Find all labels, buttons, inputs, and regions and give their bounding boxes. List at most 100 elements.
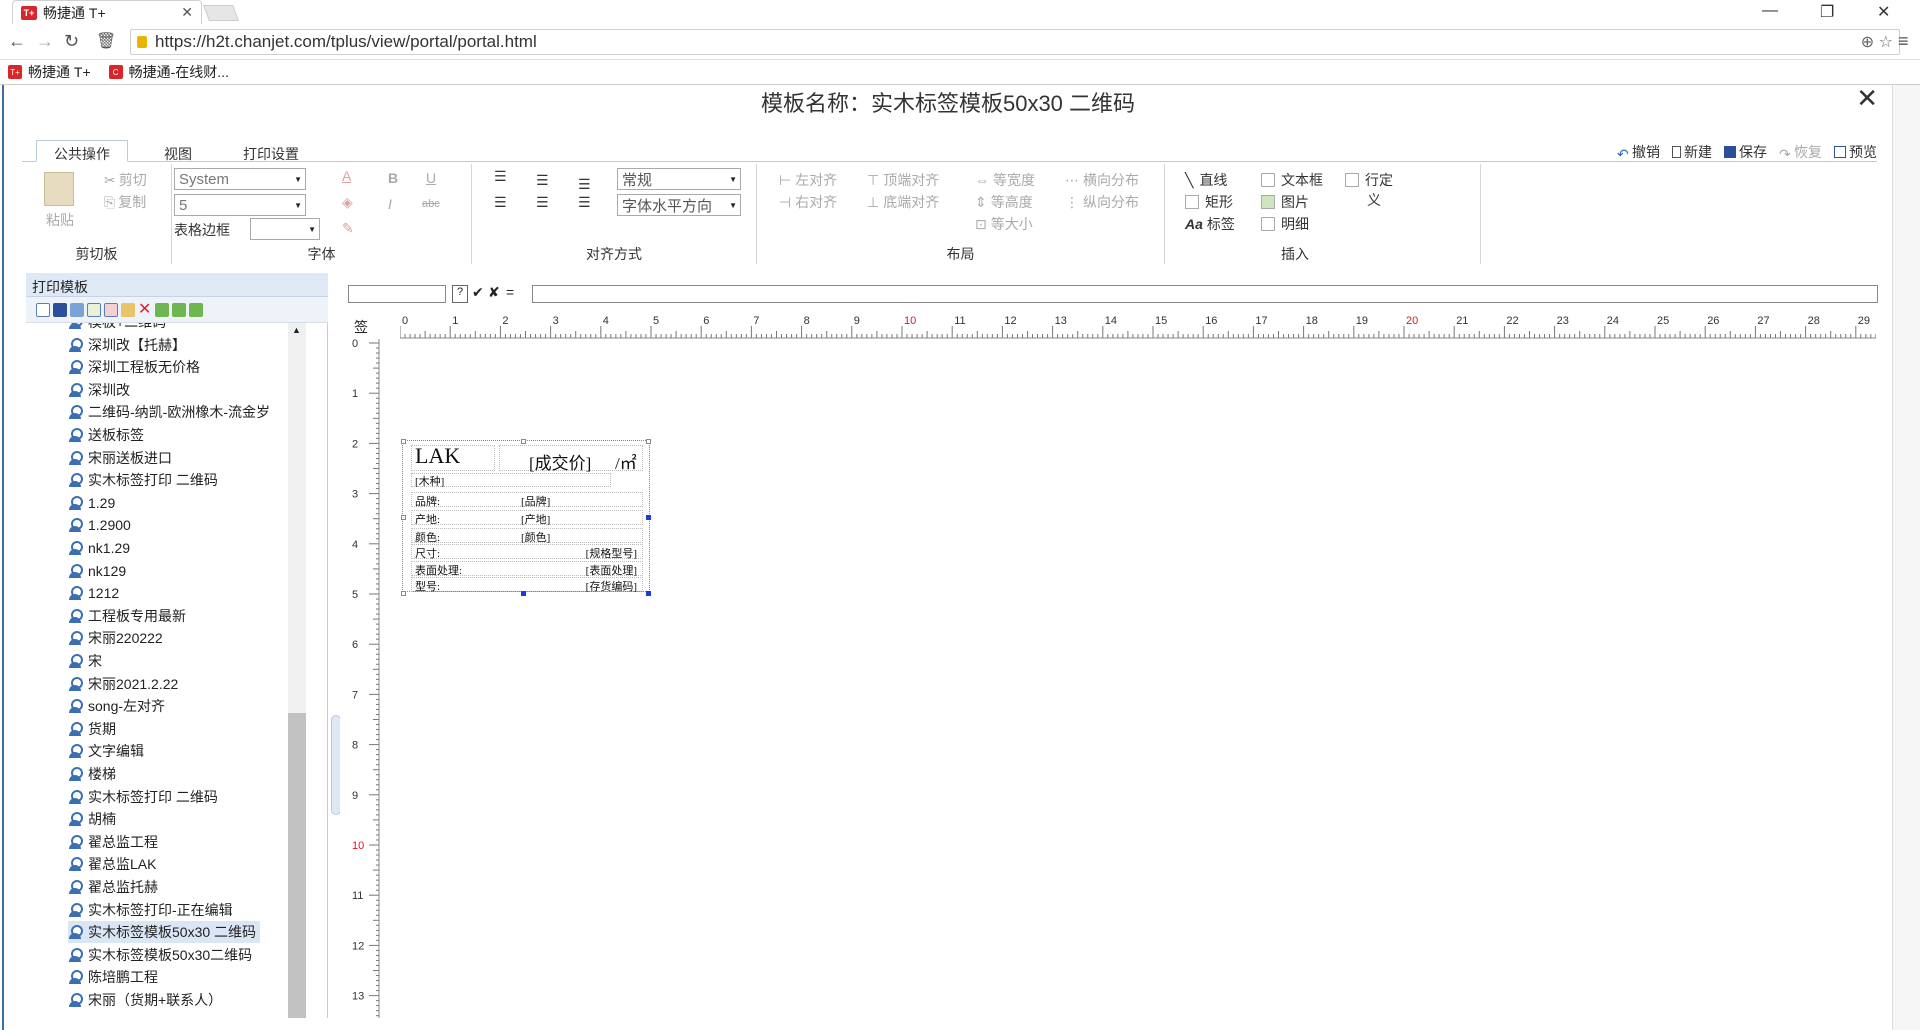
undo-button[interactable]: ↶ 撤销 <box>1617 142 1660 162</box>
align-bottom-icon[interactable]: ☰ <box>578 176 591 193</box>
paste-icon[interactable] <box>44 172 74 206</box>
list-item[interactable]: 翟总监工程 <box>68 831 158 853</box>
list-item[interactable]: 货期 <box>68 718 116 740</box>
underline-button[interactable]: U <box>426 170 436 186</box>
list-item[interactable]: 深圳改【托赫】 <box>68 334 186 356</box>
tab-common[interactable]: 公共操作 <box>36 140 128 162</box>
list-item[interactable]: 深圳工程板无价格 <box>68 356 200 378</box>
list-item[interactable]: 实木标签打印 二维码 <box>68 786 218 808</box>
list-item[interactable]: 宋丽2021.2.22 <box>68 673 178 695</box>
insert-rect-button[interactable]: 矩形 <box>1185 192 1233 212</box>
url-input[interactable]: https://h2t.chanjet.com/tplus/view/porta… <box>130 29 1900 55</box>
edit-template-icon[interactable] <box>121 302 135 317</box>
restore-icon[interactable]: ❐ <box>1820 2 1834 22</box>
window-close-icon[interactable]: ✕ <box>1877 2 1890 22</box>
align-middle-icon[interactable]: ☰ <box>536 172 549 189</box>
save-button[interactable]: 保存 <box>1724 142 1767 162</box>
list-item[interactable]: 楼梯 <box>68 763 116 785</box>
list-item[interactable]: 实木标签打印 二维码 <box>68 469 218 491</box>
list-item[interactable]: 1212 <box>68 582 119 604</box>
resize-handle[interactable] <box>401 439 406 444</box>
confirm-icon[interactable]: ✔ <box>472 284 484 301</box>
same-height-button[interactable]: ⇕ 等高度 <box>975 192 1033 212</box>
refresh-icon[interactable] <box>189 302 203 317</box>
align-style-select[interactable]: 常规 <box>617 168 741 190</box>
list-item[interactable]: 胡楠 <box>68 808 116 830</box>
list-item[interactable]: 二维码-纳凯-欧洲橡木-流金岁 <box>68 401 270 423</box>
list-item[interactable]: 宋丽送板进口 <box>68 447 172 469</box>
insert-image-button[interactable]: 图片 <box>1261 192 1309 212</box>
cancel-icon[interactable]: ✘ <box>488 284 500 301</box>
v-distribute-button[interactable]: ⋮ 纵向分布 <box>1065 192 1139 212</box>
list-item[interactable]: 翟总监托赫 <box>68 876 158 898</box>
text-direction-select[interactable]: 字体水平方向 <box>617 194 741 216</box>
forward-icon[interactable]: → <box>36 31 54 52</box>
resize-handle[interactable] <box>646 439 651 444</box>
resize-handle[interactable] <box>401 515 406 520</box>
bookmark-tplus[interactable]: T+ 畅捷通 T+ <box>8 62 91 82</box>
label-template-card[interactable]: LAK [成交价] /㎡ [木种] 品牌: [品牌] 产地: [产地] 颜色: [颜色] 尺… <box>402 440 650 593</box>
same-size-button[interactable]: ⊡ 等大小 <box>975 214 1033 234</box>
align-center-icon[interactable]: ☰ <box>536 194 549 211</box>
browser-tab[interactable]: T+ 畅捷通 T+ ✕ <box>12 0 202 24</box>
font-family-select[interactable]: System <box>174 168 306 190</box>
disable-icon[interactable] <box>104 302 118 317</box>
tab-view[interactable]: 视图 <box>164 144 192 164</box>
align-bottom-button[interactable]: ⊥ 底端对齐 <box>867 192 939 212</box>
trash-icon[interactable]: 🗑 <box>96 31 116 51</box>
restore-button[interactable]: ↷ 恢复 <box>1779 142 1822 162</box>
back-icon[interactable]: ← <box>8 31 26 52</box>
scrollbar-thumb[interactable] <box>288 713 306 1018</box>
list-item[interactable]: 宋 <box>68 650 102 672</box>
list-item[interactable]: 实木标签模板50x30二维码 <box>68 944 252 966</box>
list-item[interactable]: 送板标签 <box>68 424 144 446</box>
import-icon[interactable] <box>155 302 169 317</box>
resize-handle[interactable] <box>401 591 406 596</box>
export-icon[interactable] <box>172 302 186 317</box>
preview-button[interactable]: 预览 <box>1834 142 1877 162</box>
font-size-select[interactable]: 5 <box>174 194 306 216</box>
dialog-close-icon[interactable]: ✕ <box>1856 83 1878 114</box>
menu-icon[interactable]: ≡ <box>1898 31 1909 52</box>
bookmark-chanjet[interactable]: C 畅捷通-在线财... <box>108 62 229 82</box>
pen-color-icon[interactable]: ✎ <box>342 220 354 237</box>
scroll-up-icon[interactable]: ▲ <box>292 325 301 335</box>
insert-textbox-button[interactable]: 文本框 <box>1261 170 1323 190</box>
align-left-button[interactable]: ⊢ 左对齐 <box>779 170 837 190</box>
align-right-icon[interactable]: ☰ <box>578 194 591 211</box>
list-item[interactable]: 文字编辑 <box>68 740 144 762</box>
resize-handle[interactable] <box>521 439 526 444</box>
new-template-icon[interactable] <box>36 302 50 317</box>
list-item[interactable]: 工程板专用最新 <box>68 605 186 627</box>
design-canvas[interactable]: 签 0 1 2 3 4 5 6 7 8 9 10 11 12 13 14 15 16 17 18 19 20 21 22 23… <box>340 309 1876 1018</box>
new-tab-button[interactable] <box>203 5 239 21</box>
list-item[interactable]: song-左对齐 <box>68 695 165 717</box>
cut-button[interactable]: ✂ 剪切 <box>104 170 147 190</box>
h-distribute-button[interactable]: ⋯ 横向分布 <box>1065 170 1139 190</box>
list-item[interactable]: 深圳改 <box>68 379 130 401</box>
enable-icon[interactable] <box>87 302 101 317</box>
list-item[interactable]: 翟总监LAK <box>68 853 156 875</box>
font-color-icon[interactable]: A <box>342 168 351 184</box>
list-item[interactable]: 陈培鹏工程 <box>68 966 158 988</box>
new-button[interactable]: 新建 <box>1672 142 1712 162</box>
tab-print-settings[interactable]: 打印设置 <box>243 144 299 164</box>
resize-handle-active[interactable] <box>521 591 526 596</box>
insert-custom-button[interactable]: 行定 <box>1345 170 1393 190</box>
table-border-select[interactable] <box>250 218 320 240</box>
fill-color-icon[interactable]: ◈ <box>342 194 353 211</box>
bold-button[interactable]: B <box>388 170 398 186</box>
align-right-button[interactable]: ⊣ 右对齐 <box>779 192 837 212</box>
list-item[interactable]: 宋丽（货期+联系人） <box>68 989 222 1011</box>
paste-label[interactable]: 粘贴 <box>46 210 74 230</box>
delete-icon[interactable]: ✕ <box>138 301 152 317</box>
align-top-button[interactable]: ⊤ 顶端对齐 <box>867 170 939 190</box>
resize-handle-active[interactable] <box>646 591 651 596</box>
strike-button[interactable]: abc <box>422 198 440 210</box>
align-top-icon[interactable]: ☰ <box>494 168 507 185</box>
insert-detail-button[interactable]: 明细 <box>1261 214 1309 234</box>
list-item[interactable]: 宋丽220222 <box>68 627 163 649</box>
list-item[interactable]: nk1.29 <box>68 537 130 559</box>
list-item[interactable]: 实木标签打印-正在编辑 <box>68 899 233 921</box>
save-template-icon[interactable] <box>53 302 67 317</box>
